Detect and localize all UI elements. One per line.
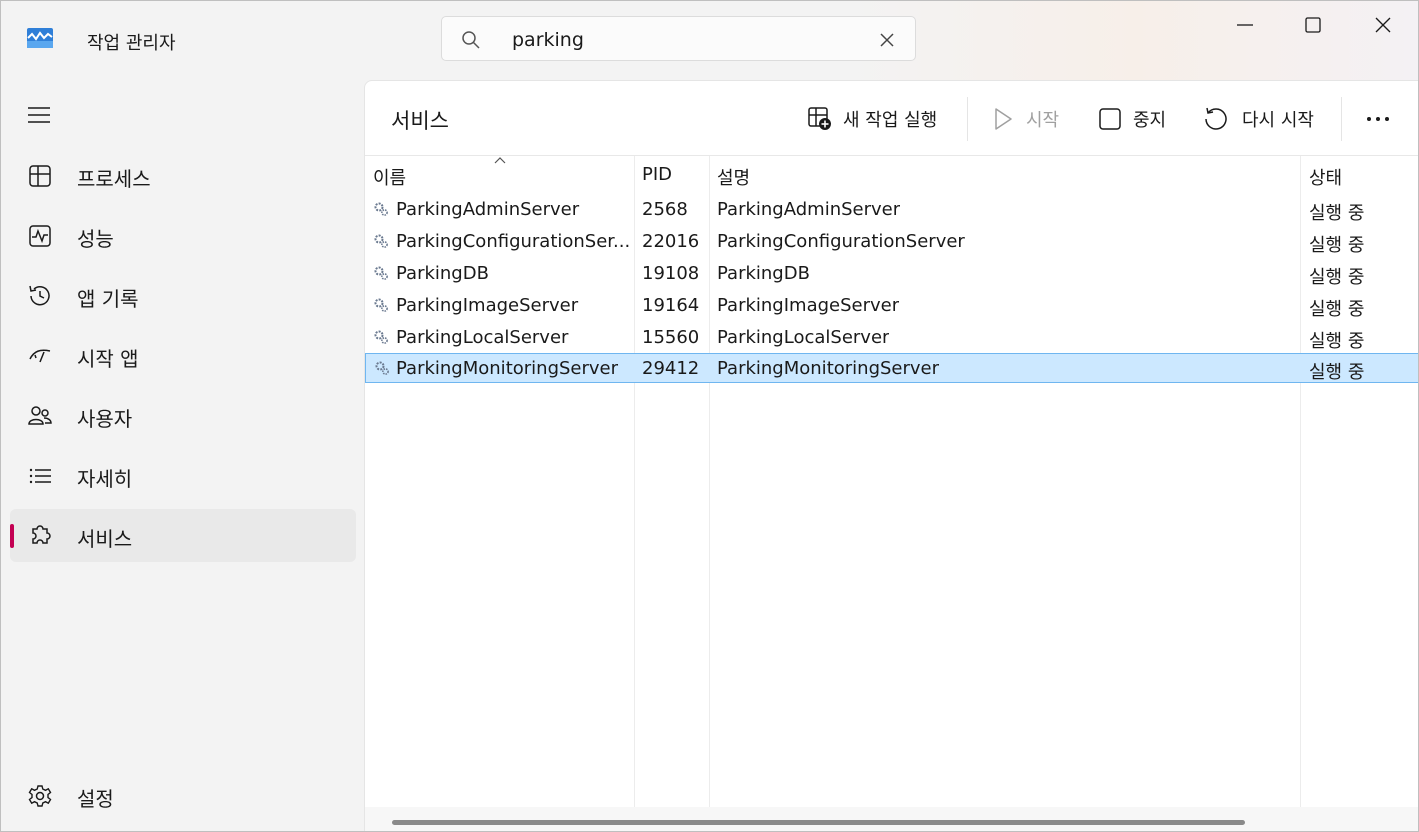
task-manager-window: 작업 관리자 프로세스 xyxy=(0,0,1419,832)
service-description: ParkingImageServer xyxy=(717,295,900,316)
sidebar-item-details[interactable]: 자세히 xyxy=(10,449,356,502)
restart-icon xyxy=(1205,107,1227,130)
sidebar-item-users[interactable]: 사용자 xyxy=(10,389,356,442)
active-indicator xyxy=(10,524,14,548)
service-gear-icon xyxy=(374,234,388,248)
service-status: 실행 중 xyxy=(1309,235,1365,256)
settings-label: 설정 xyxy=(77,787,114,811)
stop-button[interactable]: 중지 xyxy=(1097,99,1172,139)
sidebar-item-label: 서비스 xyxy=(77,527,133,551)
minimize-icon xyxy=(1237,24,1253,26)
more-options-icon[interactable] xyxy=(1365,111,1393,127)
start-label: 시작 xyxy=(1026,110,1060,131)
run-new-task-button[interactable]: 새 작업 실행 xyxy=(807,99,952,139)
stop-icon xyxy=(1099,108,1121,130)
table-row[interactable]: ParkingConfigurationSer... 22016 Parking… xyxy=(365,226,1418,258)
service-status: 실행 중 xyxy=(1309,299,1365,320)
column-header-description[interactable]: 설명 xyxy=(717,164,750,190)
service-status: 실행 중 xyxy=(1309,203,1365,224)
service-status: 실행 중 xyxy=(1309,362,1365,383)
service-gear-icon xyxy=(374,266,388,280)
puzzle-icon xyxy=(32,525,51,544)
page-title: 서비스 xyxy=(391,109,449,133)
service-status: 실행 중 xyxy=(1309,331,1365,352)
service-pid: 19164 xyxy=(642,295,700,316)
new-task-icon xyxy=(808,107,831,130)
scrollbar-thumb[interactable] xyxy=(392,820,1245,825)
service-name: ParkingAdminServer xyxy=(396,199,580,220)
minimize-button[interactable] xyxy=(1214,9,1274,41)
service-name: ParkingMonitoringServer xyxy=(396,358,619,379)
service-name: ParkingLocalServer xyxy=(396,327,569,348)
service-pid: 2568 xyxy=(642,199,688,220)
sidebar-item-label: 프로세스 xyxy=(77,167,151,191)
sidebar-item-app-history[interactable]: 앱 기록 xyxy=(10,269,356,322)
sidebar-item-label: 자세히 xyxy=(77,467,133,491)
service-status: 실행 중 xyxy=(1309,267,1365,288)
sidebar-item-label: 앱 기록 xyxy=(77,287,139,311)
sidebar-item-label: 시작 앱 xyxy=(77,347,139,371)
search-input[interactable] xyxy=(510,25,854,55)
sidebar-item-label: 사용자 xyxy=(77,407,133,431)
close-icon xyxy=(1375,17,1391,33)
hamburger-menu-icon[interactable] xyxy=(27,105,51,125)
close-button[interactable] xyxy=(1352,9,1412,41)
service-description: ParkingMonitoringServer xyxy=(717,358,940,379)
clear-search-icon[interactable] xyxy=(878,31,896,49)
table-row[interactable]: ParkingDB 19108 ParkingDB 실행 중 xyxy=(365,258,1418,290)
toolbar-separator xyxy=(1341,97,1342,141)
column-header-name[interactable]: 이름 xyxy=(373,164,406,190)
restart-button[interactable]: 다시 시작 xyxy=(1203,99,1323,139)
service-pid: 19108 xyxy=(642,263,700,284)
services-panel: 서비스 새 작업 실행 시작 중지 다시 시작 이름 PID 설명 상태 Par… xyxy=(364,80,1418,831)
maximize-icon xyxy=(1305,17,1321,33)
history-icon xyxy=(29,285,50,306)
column-header-pid[interactable]: PID xyxy=(642,164,672,185)
service-name: ParkingImageServer xyxy=(396,295,579,316)
restart-label: 다시 시작 xyxy=(1242,110,1314,131)
table-row[interactable]: ParkingLocalServer 15560 ParkingLocalSer… xyxy=(365,322,1418,354)
column-header-status[interactable]: 상태 xyxy=(1309,164,1342,190)
service-description: ParkingLocalServer xyxy=(717,327,890,348)
header-divider xyxy=(365,155,1418,156)
service-pid: 15560 xyxy=(642,327,700,348)
gear-icon xyxy=(28,785,52,807)
service-name: ParkingConfigurationSer... xyxy=(396,231,631,252)
service-gear-icon xyxy=(374,298,388,312)
maximize-button[interactable] xyxy=(1282,9,1342,41)
service-gear-icon xyxy=(374,330,388,344)
search-icon xyxy=(462,31,480,49)
stop-label: 중지 xyxy=(1133,110,1167,131)
sidebar-item-startup[interactable]: 시작 앱 xyxy=(10,329,356,382)
service-gear-icon xyxy=(375,361,389,375)
sidebar-item-settings[interactable]: 설정 xyxy=(10,769,356,822)
table-row-selected[interactable]: ParkingMonitoringServer 29412 ParkingMon… xyxy=(365,353,1418,383)
service-gear-icon xyxy=(374,202,388,216)
task-manager-app-icon xyxy=(27,28,53,48)
service-pid: 22016 xyxy=(642,231,700,252)
sidebar-item-services[interactable]: 서비스 xyxy=(10,509,356,562)
service-description: ParkingConfigurationServer xyxy=(717,231,965,252)
run-new-task-label: 새 작업 실행 xyxy=(843,110,938,131)
toolbar-separator xyxy=(967,97,968,141)
sidebar-item-performance[interactable]: 성능 xyxy=(10,209,356,262)
sidebar-item-label: 성능 xyxy=(77,227,114,251)
sort-ascending-icon xyxy=(494,157,506,164)
performance-icon xyxy=(29,225,51,247)
table-row[interactable]: ParkingImageServer 19164 ParkingImageSer… xyxy=(365,290,1418,322)
startup-icon xyxy=(29,349,51,363)
sidebar-item-processes[interactable]: 프로세스 xyxy=(10,149,356,202)
service-name: ParkingDB xyxy=(396,263,489,284)
app-title: 작업 관리자 xyxy=(87,33,176,54)
service-description: ParkingAdminServer xyxy=(717,199,901,220)
list-icon xyxy=(29,468,51,484)
table-row[interactable]: ParkingAdminServer 2568 ParkingAdminServ… xyxy=(365,194,1418,226)
search-box[interactable] xyxy=(441,16,916,61)
start-button[interactable]: 시작 xyxy=(990,99,1065,139)
service-description: ParkingDB xyxy=(717,263,810,284)
play-icon xyxy=(995,108,1012,130)
processes-icon xyxy=(29,165,51,187)
service-pid: 29412 xyxy=(642,358,700,379)
users-icon xyxy=(28,406,52,425)
